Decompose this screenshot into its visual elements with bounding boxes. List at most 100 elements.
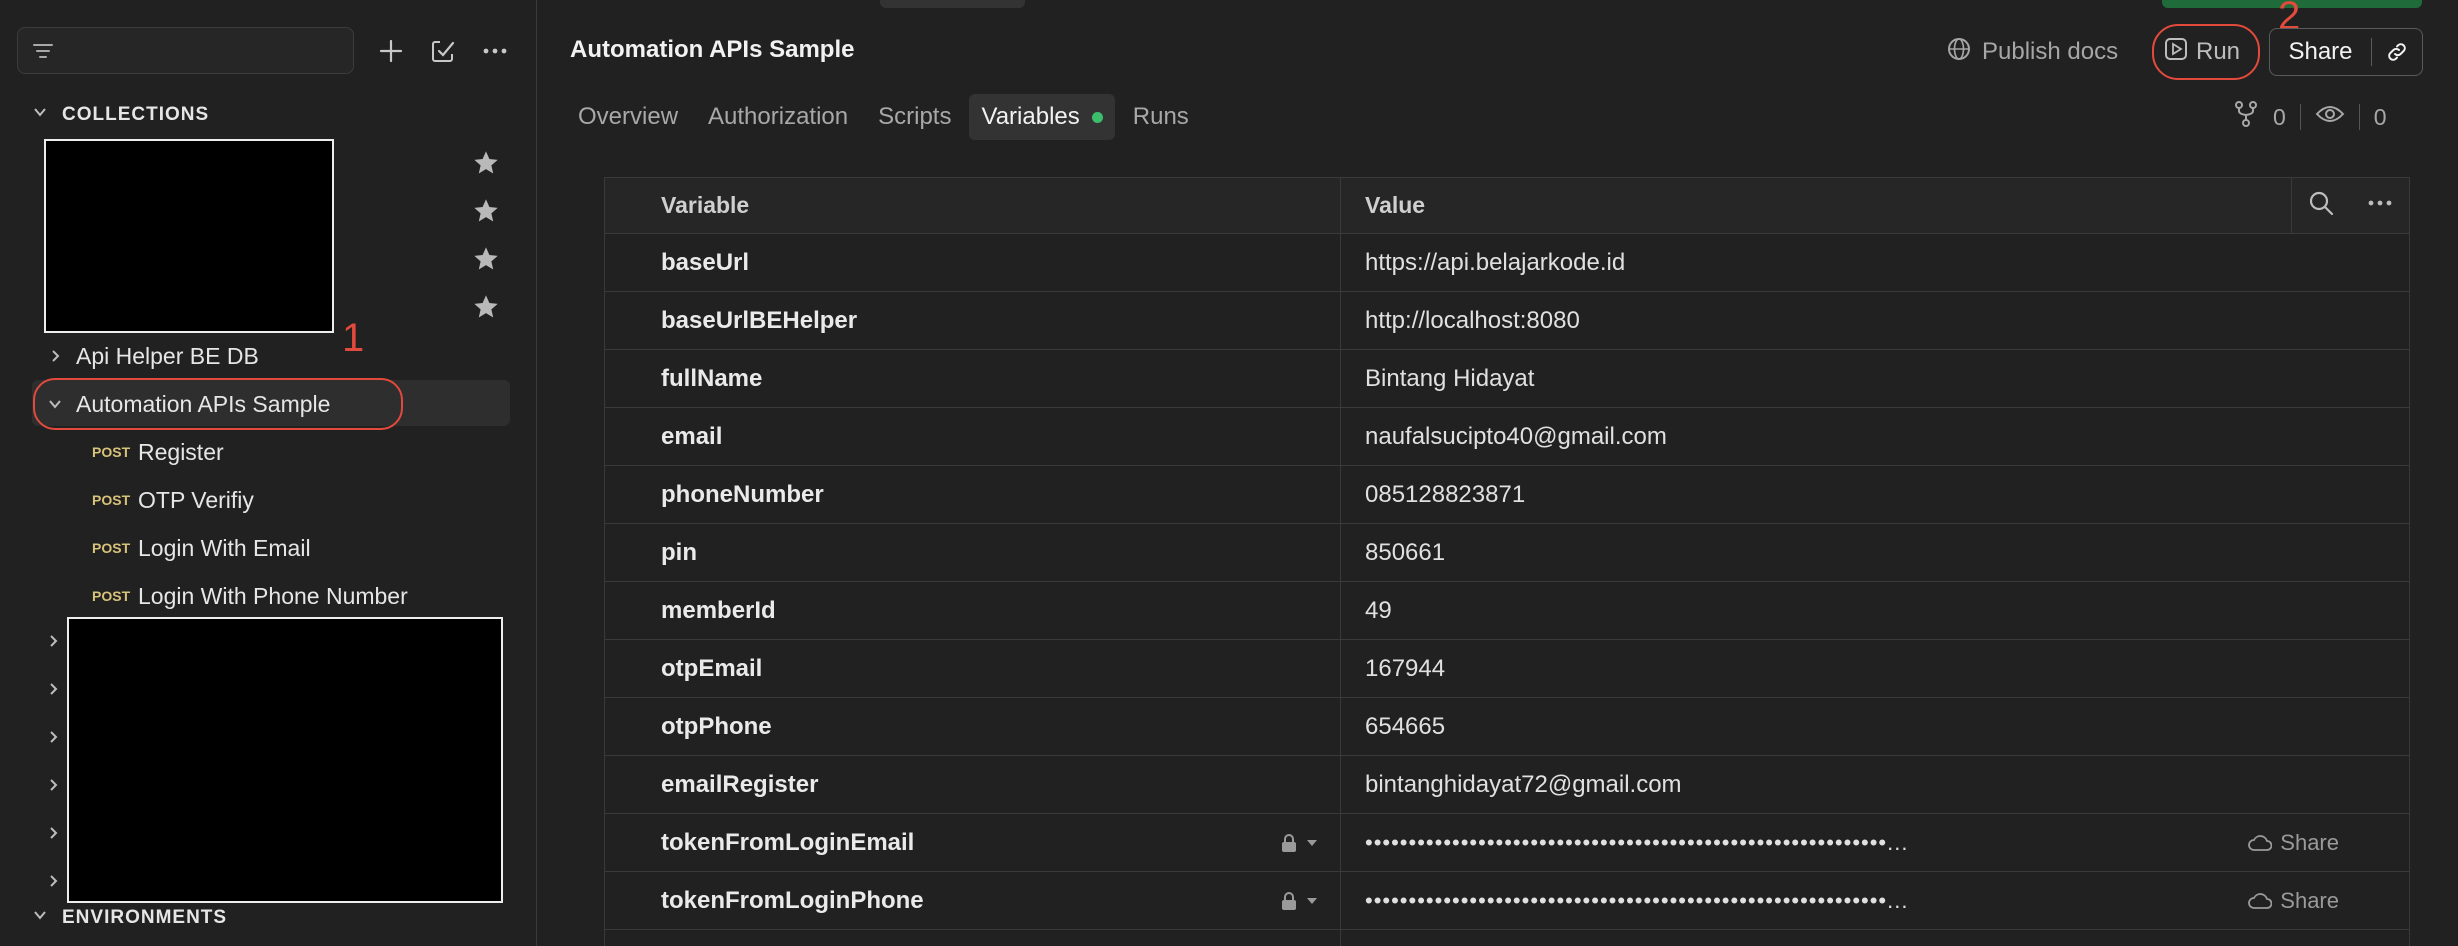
table-row[interactable]: fullName Bintang Hidayat — [605, 350, 2409, 408]
chevron-right-icon[interactable] — [46, 874, 66, 894]
variable-name[interactable]: tokenFromLoginPhone — [605, 872, 1341, 929]
variable-name[interactable]: fullName — [605, 350, 1341, 407]
request-item[interactable]: POST Register — [92, 430, 224, 474]
more-icon[interactable] — [2367, 190, 2393, 222]
variable-value[interactable]: 167944 — [1341, 640, 2409, 697]
star-icon[interactable] — [472, 245, 502, 275]
tab-variables[interactable]: Variables — [969, 94, 1115, 140]
star-icon[interactable] — [472, 293, 502, 323]
table-row[interactable]: phoneNumber 085128823871 — [605, 466, 2409, 524]
share-button[interactable]: Share — [2269, 28, 2423, 76]
variable-value[interactable]: bintanghidayat72@gmail.com — [1341, 756, 2409, 813]
variable-name[interactable]: baseUrlBEHelper — [605, 292, 1341, 349]
table-row[interactable]: memberId 49 — [605, 582, 2409, 640]
variable-name[interactable]: otpEmail — [605, 640, 1341, 697]
table-row[interactable]: email naufalsucipto40@gmail.com — [605, 408, 2409, 466]
request-item[interactable]: POST OTP Verifiy — [92, 478, 254, 522]
variable-name[interactable]: tokenFromLoginEmail — [605, 814, 1341, 871]
lock-icon — [1282, 891, 1296, 910]
variable-value[interactable]: 850661 — [1341, 524, 2409, 581]
status-dot — [1091, 111, 1103, 123]
variable-value[interactable]: 654665 — [1341, 698, 2409, 755]
variable-name[interactable]: emailRegister — [605, 756, 1341, 813]
variable-value[interactable]: http://localhost:8080 — [1341, 292, 2409, 349]
star-icon[interactable] — [472, 197, 502, 227]
chevron-right-icon[interactable] — [46, 730, 66, 750]
table-row-secret[interactable]: tokenFromLoginEmail ••••••••••••••••••••… — [605, 814, 2409, 872]
link-icon[interactable] — [2372, 40, 2422, 64]
request-item[interactable]: POST Login With Email — [92, 526, 311, 570]
chevron-right-icon[interactable] — [46, 634, 66, 654]
redacted-block — [67, 617, 503, 903]
request-item[interactable]: POST Login With Phone Number — [92, 574, 408, 618]
publish-docs-label: Publish docs — [1982, 38, 2119, 65]
share-value-button[interactable]: Share — [2248, 830, 2339, 856]
chevron-right-icon[interactable] — [46, 778, 66, 798]
table-row[interactable]: emailRegister bintanghidayat72@gmail.com — [605, 756, 2409, 814]
tab-authorization[interactable]: Authorization — [696, 94, 860, 140]
variable-name[interactable]: email — [605, 408, 1341, 465]
more-icon[interactable] — [478, 34, 512, 68]
fork-icon[interactable] — [2233, 100, 2259, 134]
table-row[interactable]: baseUrl https://api.belajarkode.id — [605, 234, 2409, 292]
variable-value[interactable]: ••••••••••••••••••••••••••••••••••••••••… — [1341, 814, 2409, 871]
table-row[interactable]: otpEmail 167944 — [605, 640, 2409, 698]
eye-icon[interactable] — [2315, 103, 2345, 131]
collection-name: Automation APIs Sample — [76, 390, 331, 417]
plus-icon[interactable] — [374, 34, 408, 68]
table-row[interactable]: pin 850661 — [605, 524, 2409, 582]
lock-toggle[interactable] — [1280, 891, 1318, 911]
variable-value[interactable]: ••••••••••••••••••••••••••••••••••••••••… — [1341, 872, 2409, 929]
variable-value[interactable]: https://api.belajarkode.id — [1341, 234, 2409, 291]
table-row[interactable]: baseUrlBEHelper http://localhost:8080 — [605, 292, 2409, 350]
tab-label: Variables — [981, 103, 1080, 130]
tab-scripts[interactable]: Scripts — [866, 94, 963, 140]
collection-item-api-helper[interactable]: Api Helper BE DB — [40, 334, 259, 378]
tab-label: Runs — [1132, 103, 1189, 130]
sidebar: COLLECTIONS Api Helper BE DB 1 Automatio… — [0, 0, 537, 946]
chevron-down-icon — [32, 104, 48, 126]
play-icon — [2164, 37, 2188, 68]
variable-name[interactable]: pin — [605, 524, 1341, 581]
variable-name[interactable]: memberId — [605, 582, 1341, 639]
share-value-button[interactable]: Share — [2248, 888, 2339, 914]
globe-icon — [1946, 36, 1972, 69]
variable-value[interactable]: 49 — [1341, 582, 2409, 639]
table-header: Variable Value — [605, 178, 2409, 234]
share-value-label: Share — [2280, 887, 2339, 913]
variable-name[interactable]: baseUrl — [605, 234, 1341, 291]
variable-value[interactable]: Bintang Hidayat — [1341, 350, 2409, 407]
http-method-badge: POST — [92, 444, 131, 460]
variable-value[interactable]: 085128823871 — [1341, 466, 2409, 523]
tab-overview[interactable]: Overview — [566, 94, 690, 140]
filter-input[interactable] — [17, 27, 354, 74]
cloud-icon — [2248, 834, 2273, 851]
collections-header[interactable]: COLLECTIONS — [32, 100, 209, 130]
table-row-partial — [605, 930, 2409, 946]
table-row[interactable]: otpPhone 654665 — [605, 698, 2409, 756]
variable-name[interactable]: otpPhone — [605, 698, 1341, 755]
http-method-badge: POST — [92, 588, 131, 604]
request-name: Register — [138, 438, 224, 465]
table-row-secret[interactable]: tokenFromLoginPhone ••••••••••••••••••••… — [605, 872, 2409, 930]
variable-name[interactable]: phoneNumber — [605, 466, 1341, 523]
search-icon[interactable] — [2308, 190, 2334, 222]
variable-name-text: tokenFromLoginPhone — [661, 886, 924, 914]
caret-down-icon — [1307, 839, 1317, 846]
collection-item-automation-apis[interactable]: Automation APIs Sample — [40, 382, 330, 426]
tab-bar: Overview Authorization Scripts Variables… — [566, 94, 1201, 140]
star-icon[interactable] — [472, 149, 502, 179]
variable-value[interactable]: naufalsucipto40@gmail.com — [1341, 408, 2409, 465]
column-header-value: Value — [1365, 192, 1426, 218]
chevron-right-icon[interactable] — [46, 682, 66, 702]
share-label: Share — [2270, 38, 2372, 66]
tab-label: Overview — [578, 103, 679, 130]
publish-docs-button[interactable]: Publish docs — [1946, 30, 2118, 74]
tab-runs[interactable]: Runs — [1121, 94, 1201, 140]
chevron-right-icon[interactable] — [46, 826, 66, 846]
import-icon[interactable] — [426, 34, 460, 68]
run-button[interactable]: Run — [2162, 30, 2242, 74]
environments-header[interactable]: ENVIRONMENTS — [32, 903, 227, 933]
lock-toggle[interactable] — [1280, 833, 1318, 853]
request-name: Login With Email — [138, 534, 311, 561]
